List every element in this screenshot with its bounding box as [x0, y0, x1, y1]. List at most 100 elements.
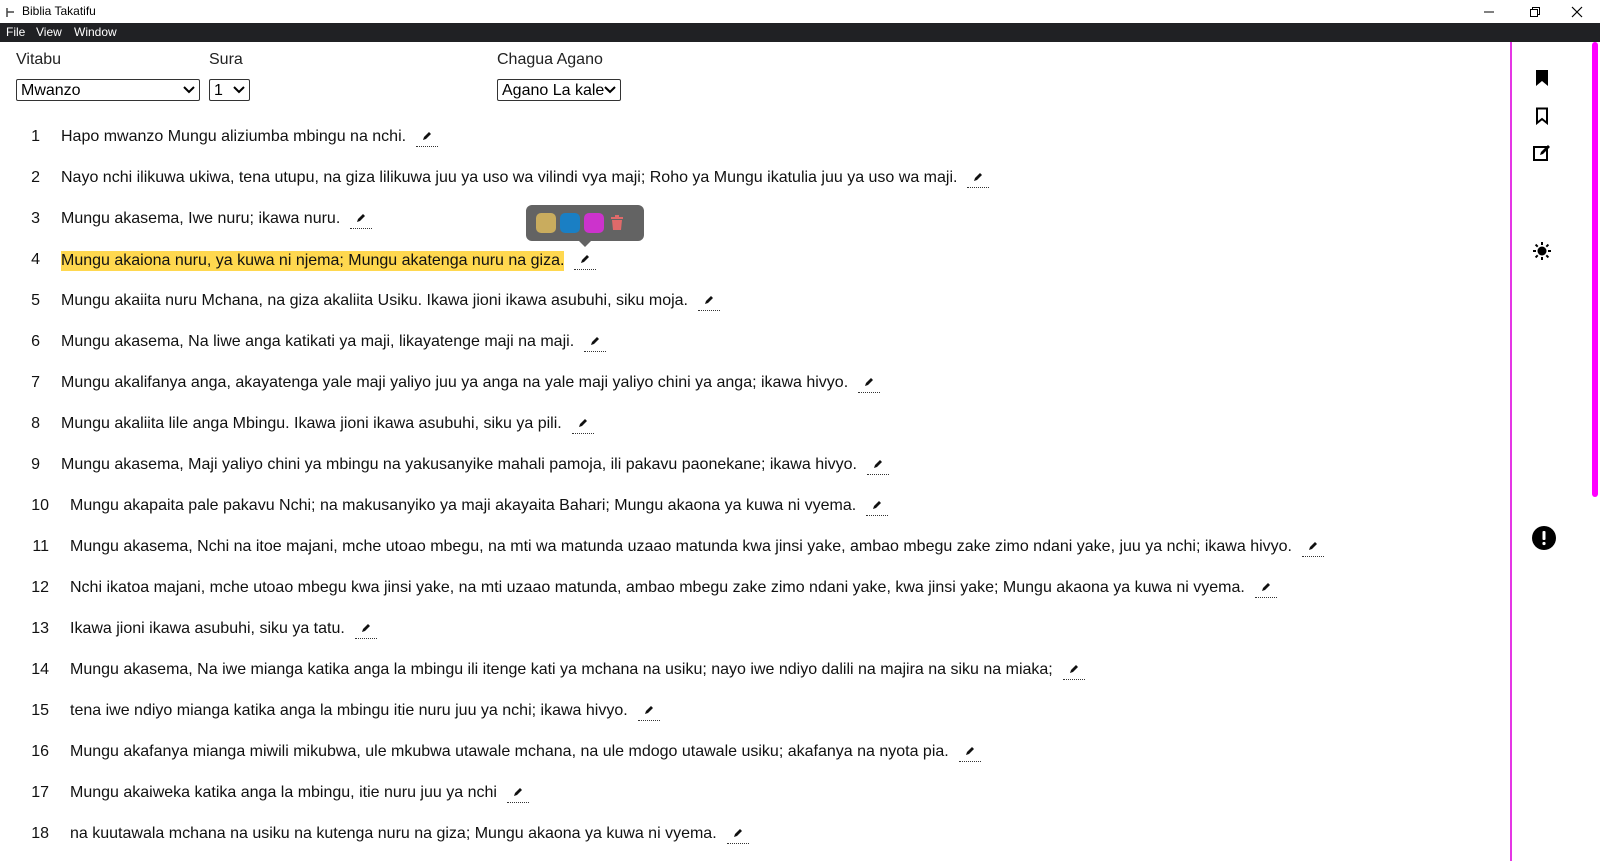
verse-text[interactable]: Nayo nchi ilikuwa ukiwa, tena utupu, na …: [61, 169, 957, 187]
verse-text[interactable]: Mungu akalifanya anga, akayatenga yale m…: [61, 374, 848, 392]
pencil-icon: [734, 829, 742, 837]
verse-text[interactable]: Mungu akasema, Maji yaliyo chini ya mbin…: [61, 456, 857, 474]
restore-button[interactable]: [1512, 0, 1558, 23]
restore-icon: [1530, 6, 1540, 17]
verse-text[interactable]: Mungu akaiita nuru Mchana, na giza akali…: [61, 292, 688, 310]
edit-note-button[interactable]: [1302, 536, 1324, 557]
verse-number: 12: [31, 579, 49, 596]
verse-number: 18: [31, 825, 49, 842]
minimize-icon: [1484, 11, 1494, 12]
testament-label: Chagua Agano: [497, 51, 603, 68]
chevron-down-icon: [183, 86, 195, 94]
pencil-icon: [581, 255, 589, 263]
chevron-down-icon: [604, 86, 616, 94]
chevron-down-icon: [233, 86, 245, 94]
verse-text[interactable]: Mungu akasema, Na iwe mianga katika anga…: [70, 661, 1053, 679]
vertical-scrollbar[interactable]: [1590, 42, 1600, 861]
verse-number: 6: [31, 333, 40, 350]
verse-number: 16: [31, 743, 49, 760]
pencil-icon: [362, 624, 370, 632]
menu-view[interactable]: View: [36, 25, 62, 39]
sun-icon: [1533, 242, 1551, 260]
edit-note-button[interactable]: [507, 782, 529, 803]
books-label: Vitabu: [16, 51, 62, 68]
edit-note-button[interactable]: [638, 700, 660, 721]
pencil-icon: [873, 501, 881, 509]
menu-file[interactable]: File: [6, 25, 25, 39]
bookmark-outline-icon: [1536, 107, 1548, 125]
pencil-icon: [1262, 583, 1270, 591]
highlight-swatch-blue[interactable]: [560, 213, 580, 233]
chapter-select[interactable]: 1: [209, 79, 250, 101]
highlight-swatch-gold[interactable]: [536, 213, 556, 233]
add-bookmark-button[interactable]: [1530, 104, 1554, 128]
edit-note-button[interactable]: [1063, 659, 1085, 680]
pencil-icon: [579, 419, 587, 427]
verse-text[interactable]: Mungu akapaita pale pakavu Nchi; na maku…: [70, 497, 856, 515]
window-title: Biblia Takatifu: [22, 4, 96, 18]
verse-text[interactable]: Mungu akasema, Na liwe anga katikati ya …: [61, 333, 574, 351]
verse-text[interactable]: Mungu akaliita lile anga Mbingu. Ikawa j…: [61, 415, 562, 433]
verse-number: 17: [31, 784, 49, 801]
pencil-icon: [357, 214, 365, 222]
verse-text[interactable]: Nchi ikatoa majani, mche utoao mbegu kwa…: [70, 579, 1245, 597]
edit-note-button[interactable]: [355, 618, 377, 639]
edit-note-button[interactable]: [858, 372, 880, 393]
verse-number: 13: [31, 620, 49, 637]
verse-text[interactable]: Mungu akasema, Nchi na itoe majani, mche…: [70, 538, 1292, 556]
close-icon: [1571, 6, 1583, 17]
verse-text[interactable]: Mungu akafanya mianga miwili mikubwa, ul…: [70, 743, 949, 761]
testament-select[interactable]: Agano La kale: [497, 79, 621, 101]
verse-text[interactable]: na kuutawala mchana na usiku na kutenga …: [70, 825, 717, 843]
chapter-select-value: 1: [214, 82, 223, 99]
book-select[interactable]: Mwanzo: [16, 79, 200, 101]
verse-number: 14: [31, 661, 49, 678]
notes-button[interactable]: [1530, 141, 1554, 165]
verse-number: 3: [31, 210, 40, 227]
edit-note-button[interactable]: [866, 495, 888, 516]
highlight-swatch-magenta[interactable]: [584, 213, 604, 233]
edit-note-button[interactable]: [572, 413, 594, 434]
menu-window[interactable]: Window: [74, 25, 117, 39]
verse-text-highlighted[interactable]: Mungu akaiona nuru, ya kuwa ni njema; Mu…: [61, 251, 565, 271]
bookmark-filled-icon: [1536, 70, 1548, 86]
edit-note-button[interactable]: [698, 290, 720, 311]
popup-arrow: [579, 241, 591, 247]
edit-note-button[interactable]: [416, 126, 438, 147]
app-icon: [6, 5, 16, 17]
minimize-button[interactable]: [1466, 0, 1512, 23]
verse-text[interactable]: Mungu akaiweka katika anga la mbingu, it…: [70, 784, 497, 802]
pencil-icon: [874, 460, 882, 468]
close-button[interactable]: [1554, 0, 1600, 23]
verse-number: 9: [31, 456, 40, 473]
pencil-icon: [974, 173, 982, 181]
edit-note-button[interactable]: [867, 454, 889, 475]
pencil-icon: [865, 378, 873, 386]
bookmarks-button[interactable]: [1530, 66, 1554, 90]
delete-highlight-button[interactable]: [610, 215, 624, 236]
edit-note-button[interactable]: [584, 331, 606, 352]
book-select-value: Mwanzo: [21, 82, 81, 99]
side-toolbar: [1512, 42, 1588, 861]
edit-note-button[interactable]: [959, 741, 981, 762]
verse-number: 5: [31, 292, 40, 309]
edit-note-button[interactable]: [350, 208, 372, 229]
pencil-icon: [514, 788, 522, 796]
edit-note-button[interactable]: [1255, 577, 1277, 598]
menu-bar: File View Window: [0, 23, 1600, 42]
pencil-icon: [705, 296, 713, 304]
pencil-icon: [591, 337, 599, 345]
theme-toggle-button[interactable]: [1530, 239, 1554, 263]
verse-text[interactable]: Ikawa jioni ikawa asubuhi, siku ya tatu.: [70, 620, 345, 638]
title-bar: Biblia Takatifu: [0, 0, 1600, 23]
verse-text[interactable]: Hapo mwanzo Mungu aliziumba mbingu na nc…: [61, 128, 406, 146]
alert-circle-icon: [1532, 526, 1556, 550]
edit-note-button[interactable]: [727, 823, 749, 844]
edit-note-button[interactable]: [574, 249, 596, 270]
pencil-icon: [966, 747, 974, 755]
scrollbar-thumb[interactable]: [1592, 42, 1598, 497]
info-button[interactable]: [1532, 526, 1556, 550]
verse-text[interactable]: tena iwe ndiyo mianga katika anga la mbi…: [70, 702, 628, 720]
edit-note-button[interactable]: [967, 167, 989, 188]
verse-text[interactable]: Mungu akasema, Iwe nuru; ikawa nuru.: [61, 210, 340, 228]
